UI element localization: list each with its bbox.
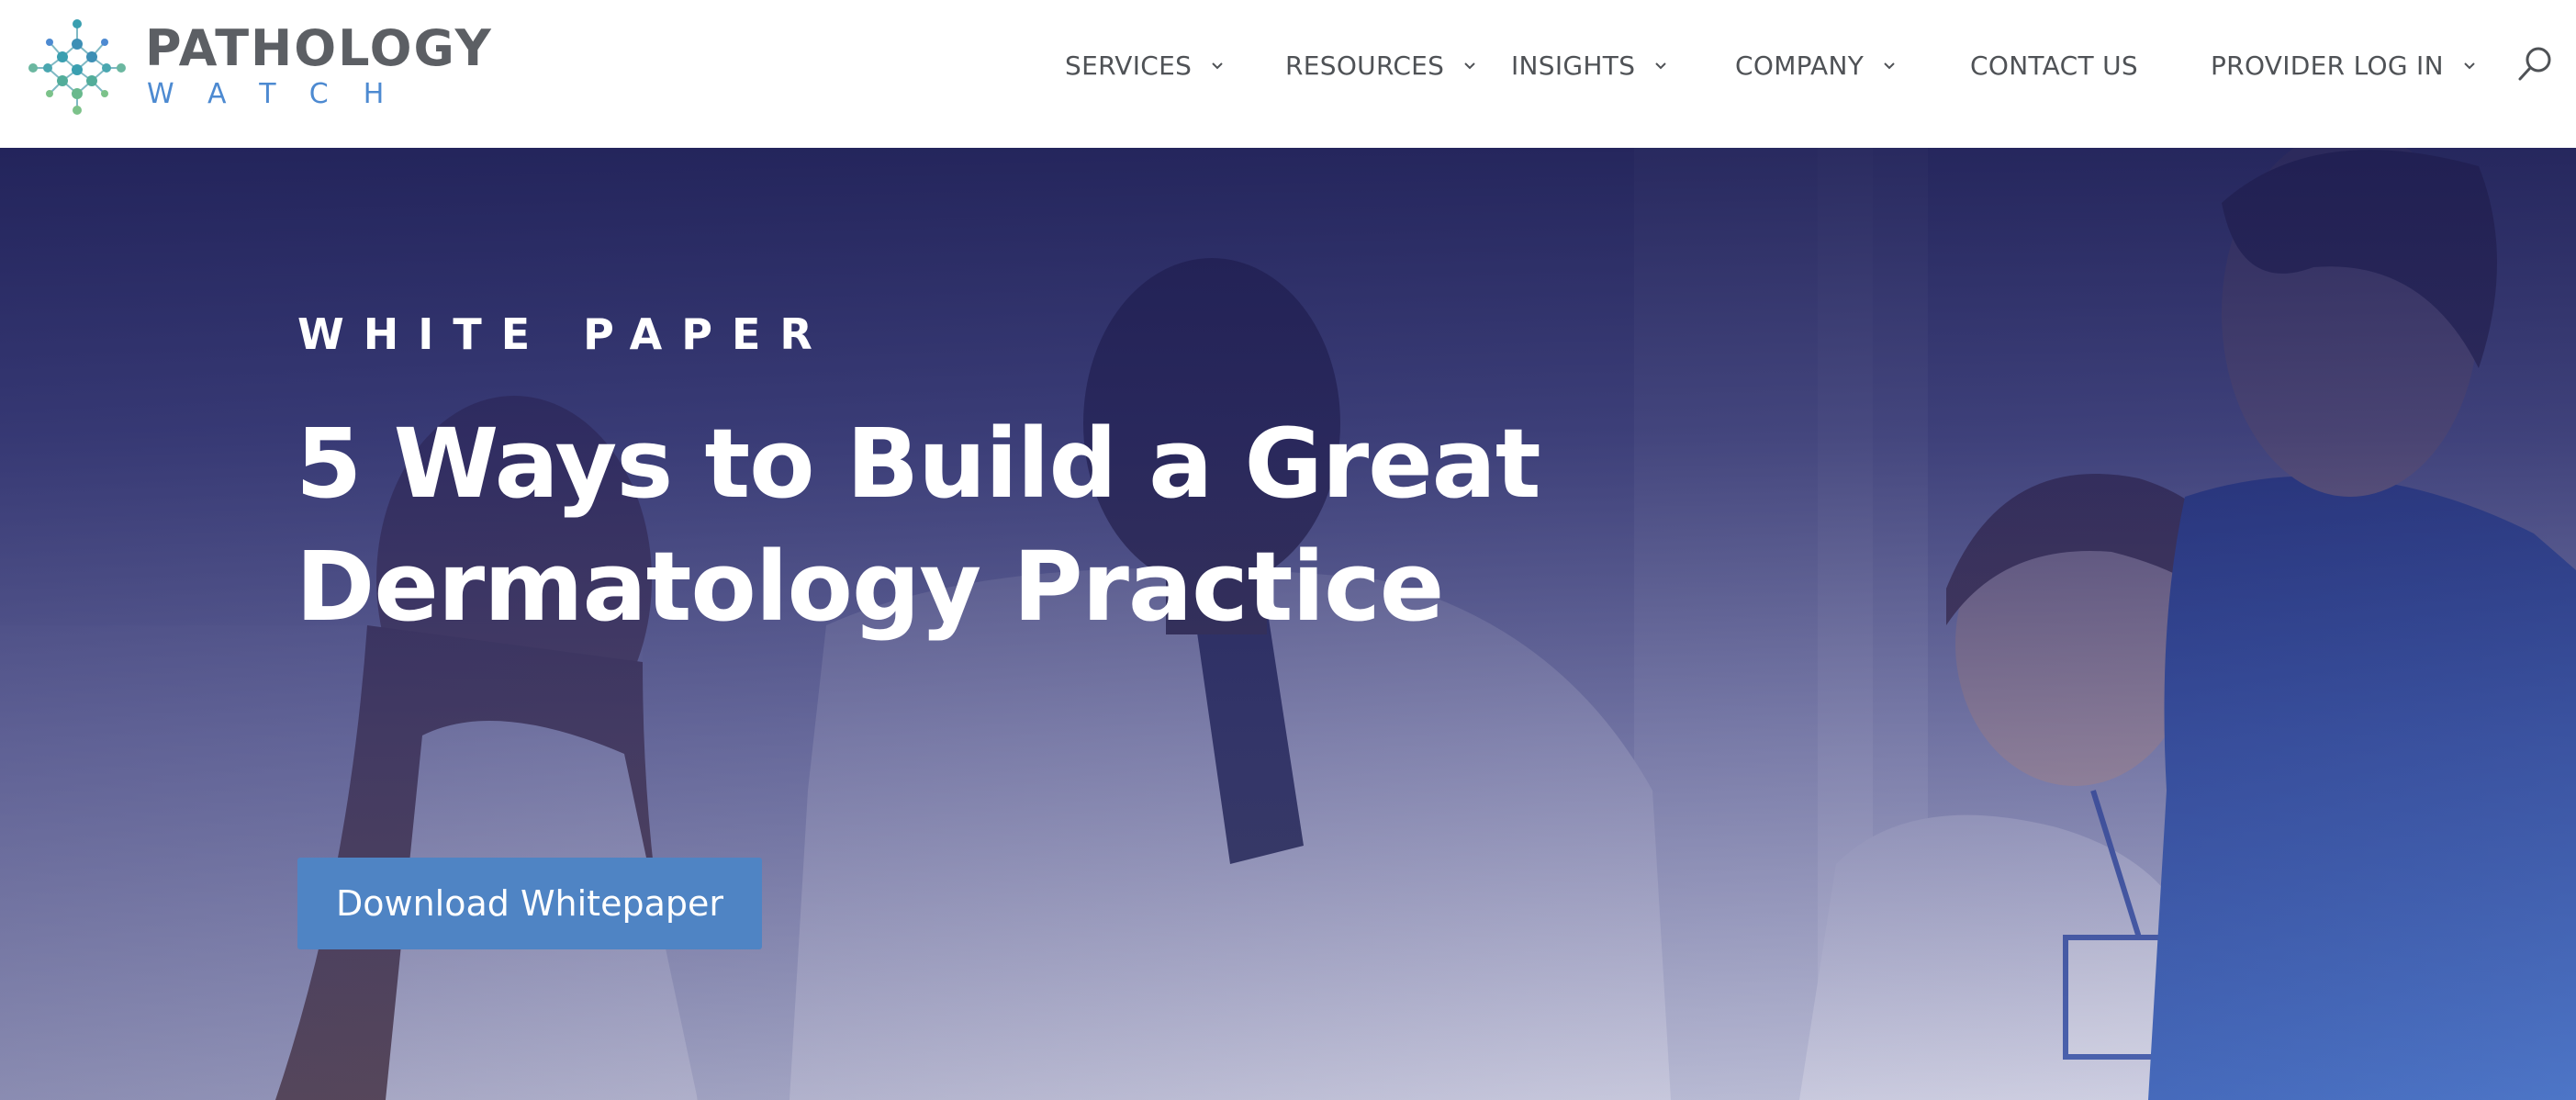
nav-label: SERVICES (1065, 51, 1193, 81)
nav-item-company[interactable]: COMPANY (1735, 48, 1897, 84)
nav-label: COMPANY (1735, 51, 1865, 81)
nav-item-insights[interactable]: INSIGHTS (1511, 48, 1668, 84)
hero-banner: WHITE PAPER 5 Ways to Build a Great Derm… (0, 148, 2576, 1100)
chevron-down-icon (1884, 62, 1895, 70)
hero-title-line-2: Dermatology Practice (296, 531, 1444, 643)
chevron-down-icon (2464, 62, 2475, 70)
chevron-down-icon (1655, 62, 1666, 70)
nav-label: PROVIDER LOG IN (2211, 51, 2444, 81)
nav-label: CONTACT US (1970, 51, 2138, 81)
nav-item-contact-us[interactable]: CONTACT US (1970, 48, 2138, 84)
chevron-down-icon (1212, 62, 1223, 70)
chevron-down-icon (1464, 62, 1475, 70)
nav-label: RESOURCES (1285, 51, 1445, 81)
main-nav: SERVICES RESOURCES INSIGHTS COMPANY CONT… (0, 0, 2576, 138)
nav-item-provider-log-in[interactable]: PROVIDER LOG IN (2211, 48, 2477, 84)
search-button[interactable] (2515, 44, 2556, 84)
hero-eyebrow: WHITE PAPER (297, 309, 832, 359)
nav-item-resources[interactable]: RESOURCES (1285, 48, 1477, 84)
search-icon (2518, 47, 2551, 81)
site-header: PATHOLOGY WATCH SERVICES RESOURCES INSIG… (0, 0, 2576, 148)
hero-title: 5 Ways to Build a Great Dermatology Prac… (296, 402, 1581, 648)
nav-label: INSIGHTS (1511, 51, 1636, 81)
hero-title-line-1: 5 Ways to Build a Great (296, 408, 1541, 520)
download-whitepaper-button[interactable]: Download Whitepaper (297, 858, 762, 949)
nav-item-services[interactable]: SERVICES (1065, 48, 1225, 84)
